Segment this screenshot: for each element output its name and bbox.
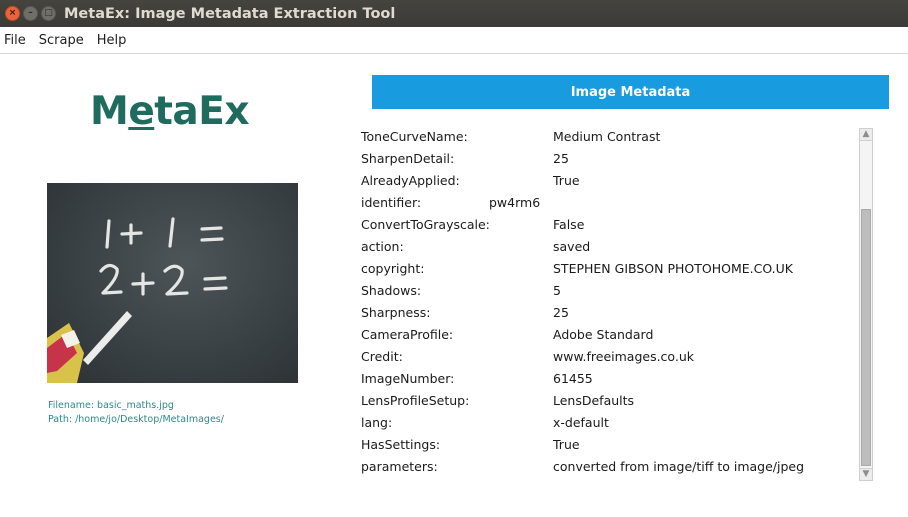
window-controls: × – □ [5,6,56,21]
maximize-window-button[interactable]: □ [41,6,56,21]
scroll-up-button[interactable]: ▲ [860,129,872,141]
metadata-row: ToneCurveName: Medium Contrast [361,125,851,147]
metadata-key: Shadows: [361,283,422,298]
metadata-row: LensProfileSetup: LensDefaults [361,389,851,411]
metadata-row: SharpenDetail: 25 [361,147,851,169]
metadata-value: Medium Contrast [553,129,661,144]
close-icon: × [8,8,17,18]
metadata-value: converted from image/tiff to image/jpeg [553,459,805,474]
metadata-value: True [553,437,580,452]
logo-part-3: taEx [154,89,250,134]
image-preview [47,183,298,383]
metadata-row: identifier: pw4rm6 [361,191,851,213]
logo-part-1: M [90,89,129,134]
metadata-row: Shadows: 5 [361,279,851,301]
metadata-row: action: saved [361,235,851,257]
close-window-button[interactable]: × [5,6,20,21]
minimize-window-button[interactable]: – [23,6,38,21]
chevron-down-icon: ▼ [862,469,870,479]
metadata-key: AlreadyApplied: [361,173,460,188]
metadata-value: 25 [553,151,569,166]
metadata-value: 25 [553,305,569,320]
metadata-value: 5 [553,283,561,298]
metadata-key: HasSettings: [361,437,441,452]
metadata-key: copyright: [361,261,425,276]
chalkboard-math-image [47,217,228,383]
metadata-key: ImageNumber: [361,371,455,386]
metadata-key: lang: [361,415,393,430]
metadata-row: parameters: converted from image/tiff to… [361,455,851,477]
menu-file[interactable]: File [4,33,26,48]
metadata-row: ImageNumber: 61455 [361,367,851,389]
menu-scrape[interactable]: Scrape [39,33,84,48]
metadata-key: Sharpness: [361,305,431,320]
window-title: MetaEx: Image Metadata Extraction Tool [64,5,396,22]
metadata-key: ToneCurveName: [361,129,468,144]
metadata-row: copyright: STEPHEN GIBSON PHOTOHOME.CO.U… [361,257,851,279]
metadata-value: Adobe Standard [553,327,654,342]
minimize-icon: – [28,8,33,18]
metadata-list: ToneCurveName: Medium Contrast SharpenDe… [361,125,851,477]
metadata-row: Credit: www.freeimages.co.uk [361,345,851,367]
metadata-key: SharpenDetail: [361,151,455,166]
metadata-row: lang: x-default [361,411,851,433]
metadata-value: False [553,217,585,232]
filename-label: Filename: basic_maths.jpg [48,400,174,411]
metadata-key: ConvertToGrayscale: [361,217,490,232]
metadata-header: Image Metadata [372,75,889,109]
menu-bar: File Scrape Help [0,27,908,54]
metadata-value: 61455 [553,371,593,386]
metadata-key: Credit: [361,349,403,364]
app-logo: MetaEx [90,88,250,136]
menu-help[interactable]: Help [97,33,127,48]
title-bar: × – □ MetaEx: Image Metadata Extraction … [0,0,908,27]
metadata-value: www.freeimages.co.uk [553,349,694,364]
metadata-row: Sharpness: 25 [361,301,851,323]
metadata-key: identifier: [361,195,422,210]
metadata-value: LensDefaults [553,393,635,408]
maximize-icon: □ [44,8,53,18]
metadata-value: x-default [553,415,609,430]
chevron-up-icon: ▲ [862,129,870,139]
scroll-thumb[interactable] [861,209,871,466]
metadata-row: HasSettings: True [361,433,851,455]
metadata-scrollbar[interactable]: ▲ ▼ [859,128,873,481]
logo-part-2: e [128,89,155,134]
metadata-value: saved [553,239,591,254]
scroll-down-button[interactable]: ▼ [860,468,872,480]
metadata-value: STEPHEN GIBSON PHOTOHOME.CO.UK [553,261,793,276]
metadata-value: True [553,173,580,188]
metadata-key: CameraProfile: [361,327,454,342]
metadata-row: ConvertToGrayscale: False [361,213,851,235]
metadata-row: CameraProfile: Adobe Standard [361,323,851,345]
metadata-key: parameters: [361,459,438,474]
metadata-value: pw4rm6 [489,195,541,210]
metadata-row: AlreadyApplied: True [361,169,851,191]
metadata-key: LensProfileSetup: [361,393,470,408]
path-label: Path: /home/jo/Desktop/MetaImages/ [48,414,224,425]
metadata-key: action: [361,239,404,254]
